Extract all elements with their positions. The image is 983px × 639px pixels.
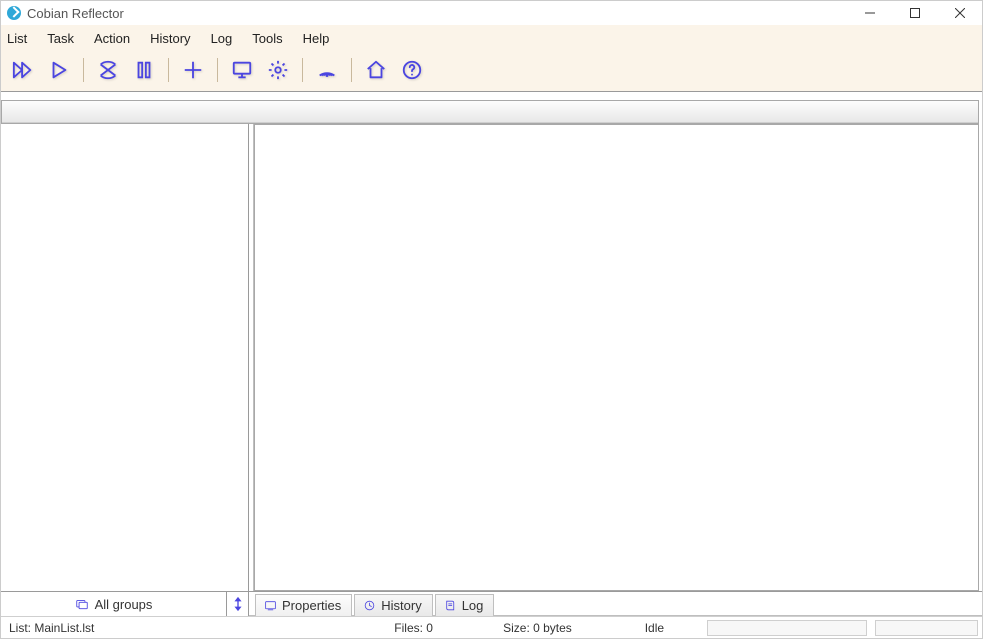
task-list-header-frame <box>1 100 979 124</box>
toolbar-separator <box>168 58 169 82</box>
status-list: List: MainList.lst <box>1 617 386 638</box>
title-bar: Cobian Reflector <box>1 1 982 25</box>
groups-label: All groups <box>95 597 153 612</box>
app-icon <box>7 6 21 20</box>
settings-icon <box>267 59 289 81</box>
menu-log[interactable]: Log <box>201 28 243 50</box>
reorder-handle[interactable] <box>227 592 249 616</box>
menu-tools[interactable]: Tools <box>242 28 292 50</box>
pause-icon <box>133 59 155 81</box>
help-icon <box>401 59 423 81</box>
toolbar-separator <box>302 58 303 82</box>
cancel-icon <box>97 59 119 81</box>
menu-task[interactable]: Task <box>37 28 84 50</box>
home-button[interactable] <box>359 55 393 85</box>
status-size: Size: 0 bytes <box>495 617 637 638</box>
remote-button[interactable] <box>310 55 344 85</box>
log-icon <box>444 599 457 612</box>
tab-history[interactable]: History <box>354 594 432 616</box>
folders-icon <box>75 597 89 611</box>
pause-button[interactable] <box>127 55 161 85</box>
menu-bar: List Task Action History Log Tools Help <box>1 25 982 53</box>
run-selected-icon <box>48 59 70 81</box>
menu-history[interactable]: History <box>140 28 200 50</box>
tab-log[interactable]: Log <box>435 594 495 616</box>
detail-pane <box>254 124 979 591</box>
maximize-button[interactable] <box>892 1 937 25</box>
tab-label: History <box>381 598 421 613</box>
status-progress-1 <box>707 620 866 636</box>
tab-properties[interactable]: Properties <box>255 594 352 616</box>
tab-label: Log <box>462 598 484 613</box>
window-title: Cobian Reflector <box>27 6 124 21</box>
updown-icon <box>232 596 244 612</box>
properties-icon <box>264 599 277 612</box>
close-button[interactable] <box>937 1 982 25</box>
menu-list[interactable]: List <box>1 28 37 50</box>
remote-icon <box>316 59 338 81</box>
settings-button[interactable] <box>261 55 295 85</box>
monitor-button[interactable] <box>225 55 259 85</box>
help-button[interactable] <box>395 55 429 85</box>
menu-action[interactable]: Action <box>84 28 140 50</box>
tab-label: Properties <box>282 598 341 613</box>
run-all-icon <box>12 59 34 81</box>
home-icon <box>365 59 387 81</box>
toolbar-separator <box>83 58 84 82</box>
cancel-button[interactable] <box>91 55 125 85</box>
toolbar-separator <box>351 58 352 82</box>
menu-help[interactable]: Help <box>293 28 340 50</box>
status-progress-2 <box>875 620 978 636</box>
status-state: Idle <box>637 617 704 638</box>
work-area: All groups Properties <box>1 92 982 616</box>
status-bar: List: MainList.lst Files: 0 Size: 0 byte… <box>1 616 982 638</box>
run-selected-button[interactable] <box>42 55 76 85</box>
monitor-icon <box>231 59 253 81</box>
task-list-pane[interactable] <box>1 124 249 591</box>
add-button[interactable] <box>176 55 210 85</box>
history-icon <box>363 599 376 612</box>
status-files: Files: 0 <box>386 617 495 638</box>
run-all-button[interactable] <box>6 55 40 85</box>
groups-selector[interactable]: All groups <box>1 592 227 616</box>
toolbar <box>1 53 982 92</box>
minimize-button[interactable] <box>847 1 892 25</box>
add-icon <box>182 59 204 81</box>
toolbar-separator <box>217 58 218 82</box>
content-body <box>1 124 982 591</box>
task-list-header[interactable] <box>2 101 978 123</box>
